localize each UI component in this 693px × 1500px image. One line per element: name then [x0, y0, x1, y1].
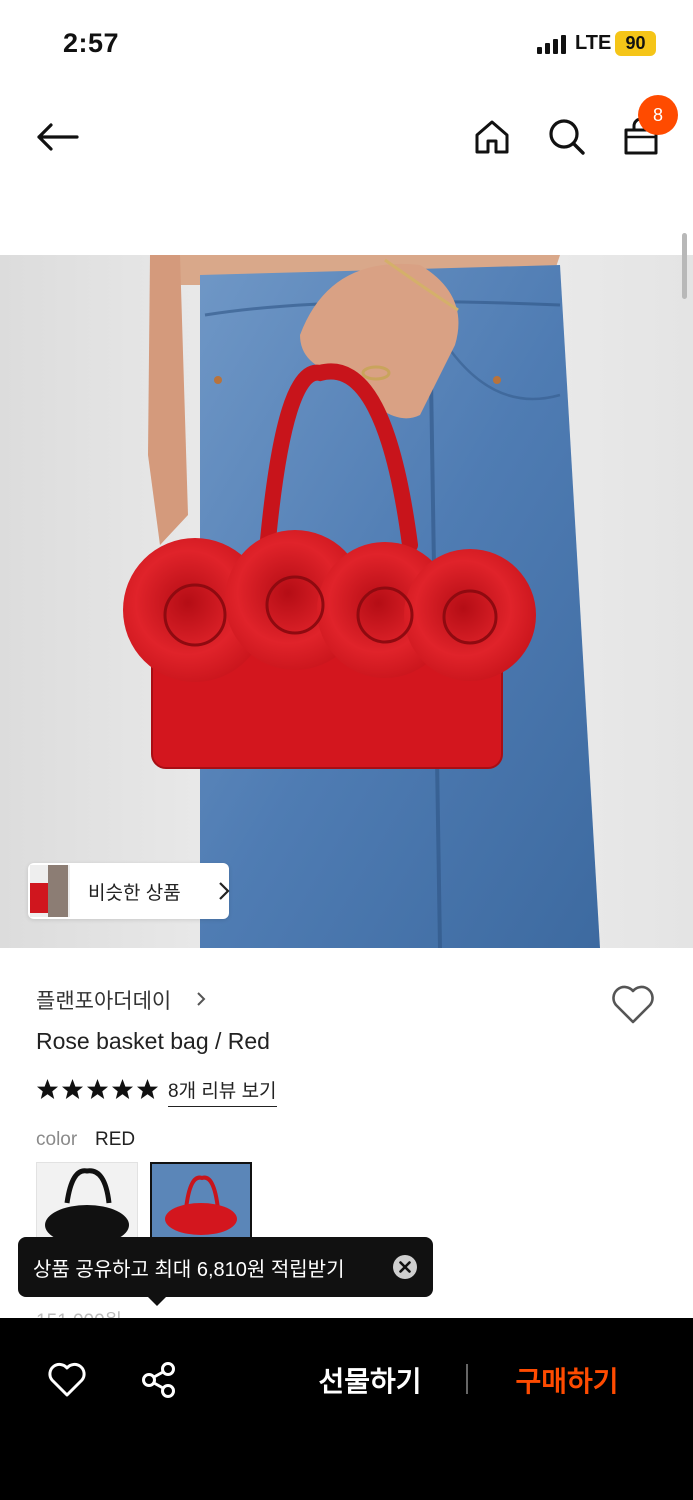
back-button[interactable]	[30, 110, 84, 164]
product-name: Rose basket bag / Red	[36, 1028, 270, 1054]
star-icon	[111, 1078, 134, 1100]
heart-icon[interactable]	[610, 984, 656, 1026]
product-photo-illustration	[0, 255, 693, 948]
bottom-action-bar	[0, 1318, 693, 1500]
chevron-right-icon	[219, 882, 230, 900]
share-icon	[142, 1362, 175, 1398]
similar-products-label: 비슷한 상품	[88, 883, 181, 904]
share-reward-tooltip: 상품 공유하고 최대 6,810원 적립받기	[18, 1237, 433, 1297]
rating-stars	[36, 1078, 159, 1100]
heart-icon	[48, 1362, 86, 1397]
status-time: 2:57	[63, 28, 120, 58]
tooltip-text: 상품 공유하고 최대 6,810원 적립받기	[33, 1259, 345, 1281]
signal-icon	[537, 34, 569, 54]
home-button[interactable]	[465, 110, 519, 164]
star-icon	[86, 1078, 109, 1100]
back-arrow-icon	[37, 123, 79, 151]
cart-count-badge: 8	[638, 95, 678, 135]
search-icon	[549, 119, 585, 155]
product-image[interactable]	[0, 255, 693, 948]
tooltip-arrow	[147, 1296, 167, 1306]
similar-products-button[interactable]: 비슷한 상품	[28, 863, 230, 919]
star-icon	[136, 1078, 159, 1100]
reviews-link[interactable]: 8개 리뷰 보기	[168, 1076, 277, 1107]
wishlist-button[interactable]	[45, 1358, 89, 1402]
similar-thumbnail	[30, 865, 70, 917]
star-icon	[61, 1078, 84, 1100]
buy-button[interactable]: 구매하기	[498, 1360, 636, 1404]
gift-button[interactable]: 선물하기	[300, 1360, 440, 1404]
share-button[interactable]	[137, 1358, 181, 1402]
divider	[466, 1364, 468, 1394]
status-bar: 2:57 LTE 90	[0, 0, 693, 90]
network-type: LTE	[575, 32, 612, 54]
color-value: RED	[95, 1129, 136, 1150]
star-icon	[36, 1078, 59, 1100]
close-icon[interactable]	[393, 1255, 417, 1279]
battery-indicator: 90	[615, 31, 656, 56]
search-button[interactable]	[540, 110, 594, 164]
color-label: color	[36, 1129, 78, 1150]
chevron-right-icon	[197, 992, 206, 1006]
brand-link[interactable]: 플랜포아더데이	[36, 985, 171, 1015]
home-icon	[475, 120, 509, 154]
scrollbar[interactable]	[682, 233, 687, 299]
